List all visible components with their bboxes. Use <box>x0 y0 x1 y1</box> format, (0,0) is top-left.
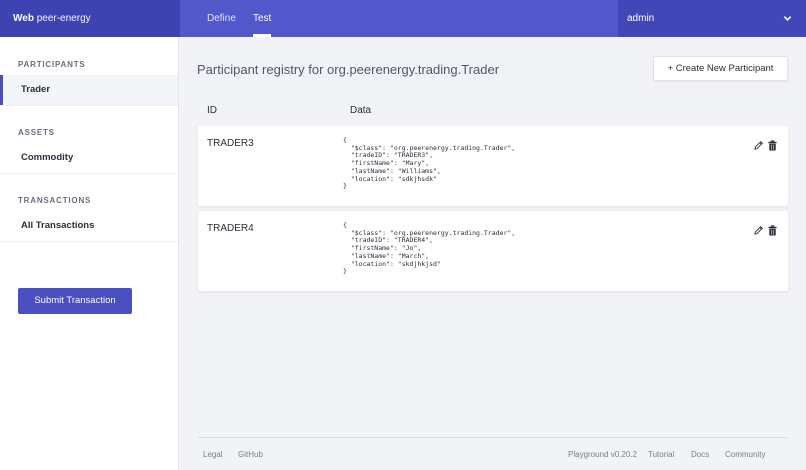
chevron-down-icon <box>783 16 792 21</box>
submit-transaction-button[interactable]: Submit Transaction <box>18 288 132 314</box>
create-participant-button[interactable]: + Create New Participant <box>653 56 788 81</box>
sidebar-item-all-transactions[interactable]: All Transactions <box>0 211 178 241</box>
footer-link-github[interactable]: GitHub <box>238 450 263 459</box>
footer-link-community[interactable]: Community <box>725 450 765 459</box>
table-row: TRADER4 { "$class": "org.peerenergy.trad… <box>198 211 788 291</box>
divider <box>0 173 178 174</box>
brand-bold: Web <box>13 13 34 24</box>
participant-id: TRADER3 <box>207 138 254 149</box>
table-row: TRADER3 { "$class": "org.peerenergy.trad… <box>198 126 788 206</box>
sidebar-heading-assets: ASSETS <box>18 128 55 137</box>
user-menu[interactable]: admin <box>618 0 806 37</box>
participant-data: { "$class": "org.peerenergy.trading.Trad… <box>343 221 516 276</box>
trash-icon[interactable] <box>767 225 778 236</box>
divider <box>0 105 178 106</box>
top-bar: Web peer-energy Define Test admin <box>0 0 806 37</box>
brand-name: peer-energy <box>33 13 91 24</box>
app-brand[interactable]: Web peer-energy <box>0 0 180 37</box>
edit-pencil-icon[interactable] <box>753 140 764 151</box>
column-header-data: Data <box>350 105 372 116</box>
column-header-id: ID <box>207 105 217 116</box>
divider <box>0 241 178 242</box>
sidebar-item-commodity[interactable]: Commodity <box>0 143 178 173</box>
footer-link-docs[interactable]: Docs <box>691 450 709 459</box>
edit-pencil-icon[interactable] <box>753 225 764 236</box>
page-title: Participant registry for org.peerenergy.… <box>197 62 500 77</box>
participant-id: TRADER4 <box>207 223 254 234</box>
sidebar: PARTICIPANTS Trader ASSETS Commodity TRA… <box>0 37 179 470</box>
main-nav: Define Test <box>180 0 618 37</box>
tab-test[interactable]: Test <box>253 0 272 37</box>
participant-data: { "$class": "org.peerenergy.trading.Trad… <box>343 136 516 191</box>
footer-divider <box>198 437 788 438</box>
footer-link-tutorial[interactable]: Tutorial <box>648 450 674 459</box>
trash-icon[interactable] <box>767 140 778 151</box>
sidebar-item-trader[interactable]: Trader <box>0 75 178 105</box>
tab-define[interactable]: Define <box>207 0 236 37</box>
sidebar-heading-transactions: TRANSACTIONS <box>18 196 92 205</box>
sidebar-heading-participants: PARTICIPANTS <box>18 60 86 69</box>
user-name: admin <box>627 13 655 24</box>
footer-link-legal[interactable]: Legal <box>203 450 223 459</box>
footer-version: Playground v0.20.2 <box>568 450 637 459</box>
